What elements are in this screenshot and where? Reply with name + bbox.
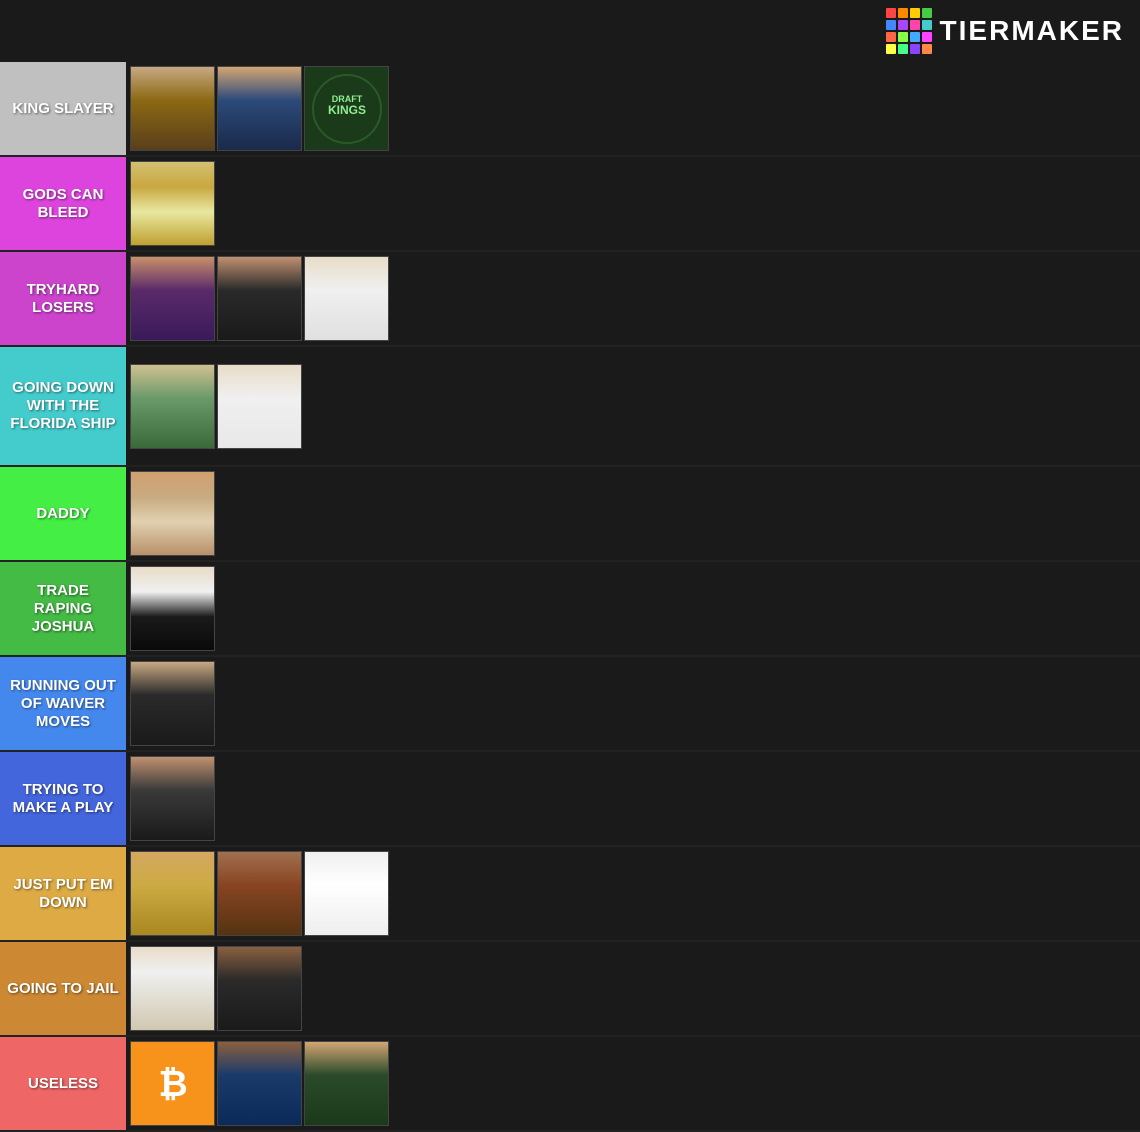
tier-image bbox=[217, 66, 302, 151]
tier-list: KING SLAYER DRAFT KINGS GODS CAN BLEED T… bbox=[0, 62, 1140, 1132]
tier-label-running-out: RUNNING OUT OF WAIVER MOVES bbox=[0, 657, 126, 750]
tier-row-running-out: RUNNING OUT OF WAIVER MOVES bbox=[0, 657, 1140, 752]
tier-label-just-put: JUST PUT EM DOWN bbox=[0, 847, 126, 940]
tier-image bbox=[304, 256, 389, 341]
tier-image bbox=[130, 471, 215, 556]
tier-content-tryhard-losers bbox=[126, 252, 1140, 345]
tier-content-daddy bbox=[126, 467, 1140, 560]
tiermaker-logo-text: TiERMAKER bbox=[940, 15, 1124, 47]
tier-row-just-put: JUST PUT EM DOWN bbox=[0, 847, 1140, 942]
tier-content-going-down bbox=[126, 347, 1140, 465]
tier-image-bitcoin: ₿ bbox=[130, 1041, 215, 1126]
tier-image bbox=[217, 851, 302, 936]
tier-row-going-down: GOING DOWN WITH THE FLORIDA SHIP bbox=[0, 347, 1140, 467]
tier-label-tryhard-losers: TRYHARD LOSERS bbox=[0, 252, 126, 345]
tier-label-daddy: DADDY bbox=[0, 467, 126, 560]
tier-label-trying-to-make: TRYING TO MAKE A PLAY bbox=[0, 752, 126, 845]
tier-row-gods-can-bleed: GODS CAN BLEED bbox=[0, 157, 1140, 252]
tier-label-trade-raping: TRADE RAPING JOSHUA bbox=[0, 562, 126, 655]
tier-image bbox=[217, 946, 302, 1031]
tier-content-just-put bbox=[126, 847, 1140, 940]
tier-row-trade-raping: TRADE RAPING JOSHUA bbox=[0, 562, 1140, 657]
tier-image bbox=[130, 66, 215, 151]
tier-image bbox=[130, 161, 215, 246]
tier-content-going-to-jail bbox=[126, 942, 1140, 1035]
tier-label-useless: USELESS bbox=[0, 1037, 126, 1130]
svg-text:₿: ₿ bbox=[158, 1063, 187, 1104]
tier-image bbox=[130, 946, 215, 1031]
tier-row-king-slayer: KING SLAYER DRAFT KINGS bbox=[0, 62, 1140, 157]
tier-content-useless: ₿ bbox=[126, 1037, 1140, 1130]
tier-label-gods-can-bleed: GODS CAN BLEED bbox=[0, 157, 126, 250]
tier-image bbox=[130, 756, 215, 841]
tier-image bbox=[130, 364, 215, 449]
tier-content-trade-raping bbox=[126, 562, 1140, 655]
svg-text:KINGS: KINGS bbox=[327, 103, 365, 117]
tier-image bbox=[217, 256, 302, 341]
tiermaker-logo: TiERMAKER bbox=[886, 8, 1124, 54]
tier-content-king-slayer: DRAFT KINGS bbox=[126, 62, 1140, 155]
tier-label-going-down: GOING DOWN WITH THE FLORIDA SHIP bbox=[0, 347, 126, 465]
tier-label-going-to-jail: GOING TO JAIL bbox=[0, 942, 126, 1035]
tier-row-going-to-jail: GOING TO JAIL bbox=[0, 942, 1140, 1037]
tier-row-tryhard-losers: TRYHARD LOSERS bbox=[0, 252, 1140, 347]
tier-image-crown bbox=[304, 1041, 389, 1126]
tier-image bbox=[130, 851, 215, 936]
tier-content-gods-can-bleed bbox=[126, 157, 1140, 250]
tier-image bbox=[217, 364, 302, 449]
logo-grid-icon bbox=[886, 8, 932, 54]
tier-content-trying-to-make bbox=[126, 752, 1140, 845]
tier-image-kamala bbox=[217, 1041, 302, 1126]
tier-image bbox=[130, 256, 215, 341]
tier-image bbox=[304, 851, 389, 936]
tier-image bbox=[130, 566, 215, 651]
tier-image bbox=[130, 661, 215, 746]
tier-label-king-slayer: KING SLAYER bbox=[0, 62, 126, 155]
header-bar: TiERMAKER bbox=[0, 0, 1140, 62]
tier-content-running-out bbox=[126, 657, 1140, 750]
tier-row-useless: USELESS ₿ bbox=[0, 1037, 1140, 1132]
tier-row-trying-to-make: TRYING TO MAKE A PLAY bbox=[0, 752, 1140, 847]
tier-image-draftkings: DRAFT KINGS bbox=[304, 66, 389, 151]
tier-row-daddy: DADDY bbox=[0, 467, 1140, 562]
